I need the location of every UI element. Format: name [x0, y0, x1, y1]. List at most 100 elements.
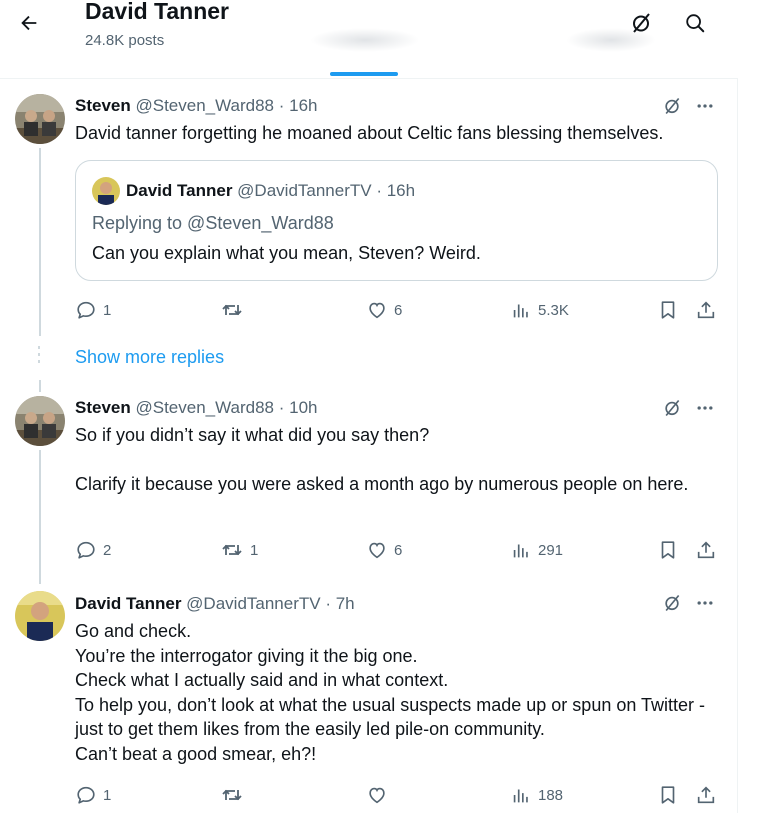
repost-icon	[222, 544, 242, 556]
thread-line	[39, 450, 41, 584]
heart-icon	[369, 302, 385, 319]
post-count: 24.8K posts	[85, 32, 165, 49]
more-horizontal-icon	[697, 406, 713, 410]
post-text: So if you didn’t say it what did you say…	[75, 425, 689, 494]
grok-button[interactable]	[626, 8, 656, 38]
more-horizontal-icon	[697, 104, 713, 108]
thread-line	[39, 148, 41, 336]
share-button[interactable]	[695, 297, 717, 323]
analytics-icon	[513, 304, 528, 318]
profile-header: David Tanner 24.8K posts	[0, 0, 738, 79]
timeline-column: David Tanner 24.8K posts Steven @Steven_…	[0, 0, 738, 813]
thread-line	[39, 380, 41, 392]
post-actions: 1 6 5.3K	[75, 297, 725, 323]
reply-count: 1	[103, 786, 112, 804]
repost-count: 1	[250, 541, 259, 559]
share-icon	[697, 301, 715, 319]
bookmark-icon	[661, 541, 675, 559]
active-tab-indicator	[330, 72, 398, 76]
grok-button[interactable]	[660, 396, 684, 420]
analytics-icon	[513, 544, 528, 558]
reply-count: 1	[103, 301, 112, 319]
bookmark-icon	[661, 786, 675, 804]
arrow-left-icon	[21, 15, 37, 31]
author-name[interactable]: David Tanner	[75, 594, 181, 613]
like-count: 6	[394, 541, 403, 559]
repost-icon	[222, 304, 242, 316]
search-icon	[686, 14, 705, 33]
like-count: 6	[394, 301, 403, 319]
heart-icon	[369, 787, 385, 804]
analytics-icon	[513, 789, 528, 803]
reply-icon	[77, 786, 95, 804]
bookmark-button[interactable]	[657, 537, 679, 563]
quote-text: Can you explain what you mean, Steven? W…	[92, 243, 481, 263]
author-handle[interactable]: @Steven_Ward88	[135, 96, 274, 115]
author-name[interactable]: Steven	[75, 398, 131, 417]
grok-icon	[633, 13, 650, 33]
post-time[interactable]: · 7h	[325, 594, 354, 613]
repost-icon	[222, 789, 242, 801]
bookmark-icon	[661, 301, 675, 319]
share-button[interactable]	[695, 537, 717, 563]
grok-icon	[665, 97, 680, 115]
post-time[interactable]: · 10h	[279, 398, 318, 417]
reply-button[interactable]: 2	[75, 537, 111, 563]
view-count: 291	[538, 541, 564, 559]
more-horizontal-icon	[697, 601, 713, 605]
show-more-replies-link[interactable]: Show more replies	[75, 347, 224, 368]
repost-button[interactable]	[220, 782, 250, 808]
post-header: Steven @Steven_Ward88 · 16h	[75, 96, 318, 116]
view-count: 5.3K	[538, 301, 569, 319]
author-handle[interactable]: @Steven_Ward88	[135, 398, 274, 417]
share-icon	[697, 786, 715, 804]
avatar[interactable]	[15, 94, 65, 144]
reply-button[interactable]: 1	[75, 297, 111, 323]
quoted-post[interactable]: David Tanner @DavidTannerTV · 16h Replyi…	[75, 160, 718, 281]
quote-time: · 16h	[376, 181, 416, 200]
like-button[interactable]	[366, 782, 394, 808]
reply-icon	[77, 301, 95, 319]
post-text: Go and check. You’re the interrogator gi…	[75, 621, 706, 764]
avatar[interactable]	[15, 591, 65, 641]
quote-header: David Tanner @DavidTannerTV · 16h	[126, 181, 415, 201]
back-button[interactable]	[14, 8, 44, 38]
repost-button[interactable]: 1	[220, 537, 258, 563]
quote-author-name: David Tanner	[126, 181, 233, 200]
author-handle[interactable]: @DavidTannerTV	[186, 594, 320, 613]
more-button[interactable]	[693, 396, 717, 420]
like-button[interactable]: 6	[366, 297, 402, 323]
post-actions: 2 1 6 291	[75, 537, 725, 563]
reply-count: 2	[103, 541, 112, 559]
grok-button[interactable]	[660, 591, 684, 615]
heart-icon	[369, 542, 385, 559]
views-button[interactable]: 5.3K	[510, 297, 569, 323]
avatar[interactable]	[15, 396, 65, 446]
grok-button[interactable]	[660, 94, 684, 118]
post-time[interactable]: · 16h	[279, 96, 318, 115]
blurred-tab	[310, 28, 420, 52]
bookmark-button[interactable]	[657, 297, 679, 323]
views-button[interactable]: 188	[510, 782, 563, 808]
thread-dots	[38, 346, 40, 367]
replying-to: Replying to @Steven_Ward88	[92, 213, 334, 233]
page-title: David Tanner	[85, 0, 229, 24]
grok-icon	[665, 399, 680, 417]
views-button[interactable]: 291	[510, 537, 563, 563]
share-button[interactable]	[695, 782, 717, 808]
reply-icon	[77, 541, 95, 559]
bookmark-button[interactable]	[657, 782, 679, 808]
more-button[interactable]	[693, 591, 717, 615]
share-icon	[697, 541, 715, 559]
search-button[interactable]	[680, 8, 710, 38]
quote-avatar	[92, 177, 120, 205]
repost-button[interactable]	[220, 297, 250, 323]
more-button[interactable]	[693, 94, 717, 118]
author-name[interactable]: Steven	[75, 96, 131, 115]
quote-author-handle: @DavidTannerTV	[237, 181, 372, 200]
like-button[interactable]: 6	[366, 537, 402, 563]
post-actions: 1 188	[75, 782, 725, 808]
grok-icon	[665, 594, 680, 612]
reply-button[interactable]: 1	[75, 782, 111, 808]
view-count: 188	[538, 786, 564, 804]
